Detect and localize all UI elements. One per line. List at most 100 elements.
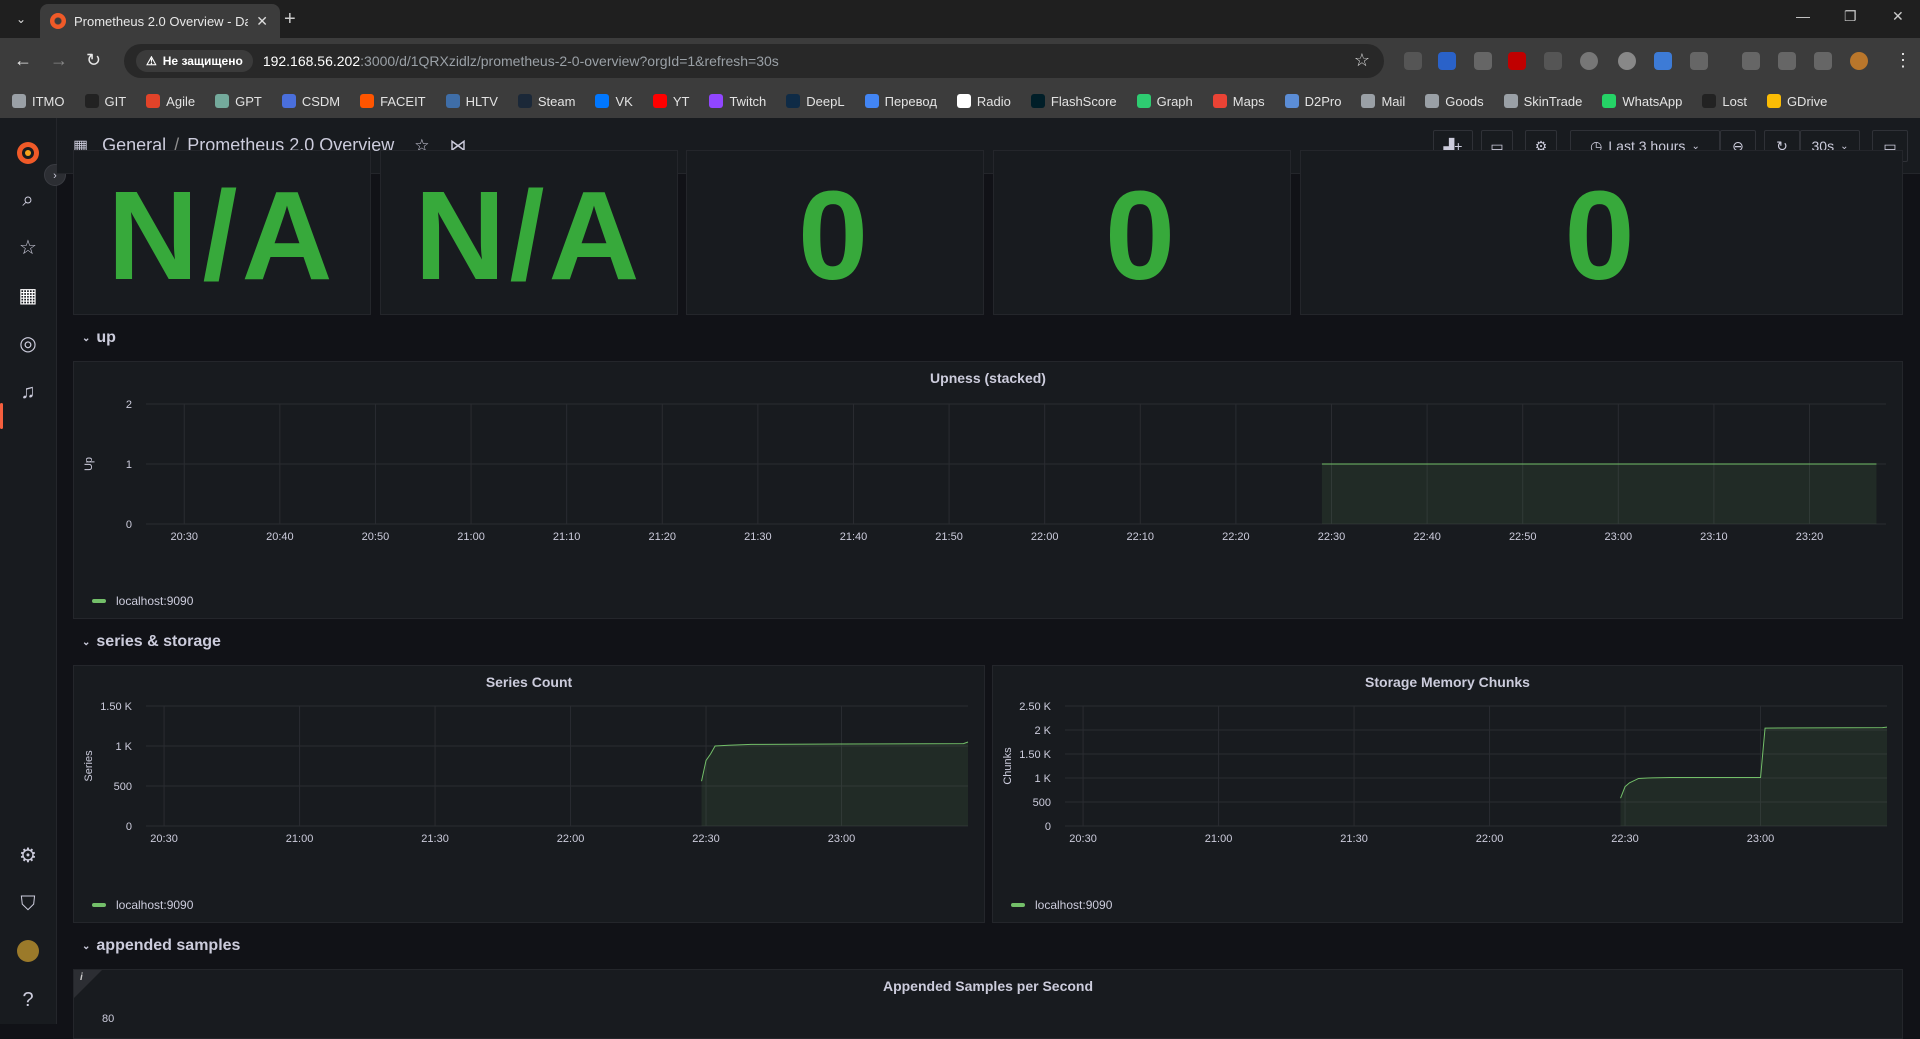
- bookmark-item[interactable]: Mail: [1361, 94, 1405, 109]
- search-icon[interactable]: ⌕: [16, 188, 40, 212]
- stat-panel[interactable]: N/A: [73, 150, 371, 315]
- row-header-up[interactable]: ⌄ up: [82, 329, 116, 347]
- bookmark-item[interactable]: Twitch: [709, 94, 766, 109]
- bookmark-item[interactable]: VK: [595, 93, 633, 109]
- series-area: [1620, 727, 1887, 826]
- bookmark-icon: [215, 94, 230, 108]
- x-tick-label: 21:10: [553, 531, 581, 543]
- bookmark-item[interactable]: D2Pro: [1284, 94, 1341, 109]
- legend-item[interactable]: localhost:9090: [92, 898, 193, 912]
- stat-panel[interactable]: 0: [993, 150, 1291, 315]
- bookmark-item[interactable]: Maps: [1212, 94, 1265, 109]
- legend-item[interactable]: localhost:9090: [1011, 898, 1112, 912]
- chevron-down-icon: ⌄: [82, 636, 91, 648]
- bookmark-item[interactable]: DeepL: [786, 94, 845, 109]
- bookmark-item[interactable]: ITMO: [12, 94, 65, 109]
- tab-search-button[interactable]: ⌄: [10, 8, 32, 30]
- browser-tabstrip: ⌄ Prometheus 2.0 Overview - Das ✕ + — ❐ …: [0, 0, 1920, 38]
- extension-icon[interactable]: [1580, 52, 1598, 70]
- active-indicator: [0, 403, 3, 429]
- bookmark-item[interactable]: Lost: [1702, 94, 1747, 109]
- panel-upness[interactable]: Upness (stacked) 0 1 2 20:30 20:40 20:50 21:00…: [73, 361, 1903, 619]
- stat-panel[interactable]: 0: [686, 150, 984, 315]
- bookmark-item[interactable]: WhatsApp: [1602, 94, 1682, 109]
- extension-new-icon[interactable]: [1438, 52, 1456, 70]
- explore-compass-icon[interactable]: ◎: [16, 332, 40, 356]
- grafana-logo-icon[interactable]: [15, 140, 41, 166]
- address-bar[interactable]: ⚠ Не защищено 192.168.56.202 :3000/d/1QR…: [124, 44, 1384, 78]
- extensions-puzzle-icon[interactable]: [1690, 52, 1708, 70]
- bookmark-item[interactable]: GDrive: [1766, 94, 1827, 109]
- y-tick-label: 1: [126, 459, 132, 471]
- bookmark-icon: [956, 94, 971, 108]
- y-tick-label: 500: [1033, 797, 1051, 809]
- stat-panel[interactable]: 0: [1300, 150, 1903, 315]
- y-tick-label: 1 K: [1034, 773, 1051, 785]
- profile-avatar[interactable]: [1850, 52, 1868, 70]
- row-header-series-storage[interactable]: ⌄ series & storage: [82, 633, 221, 651]
- legend-label: localhost:9090: [116, 898, 194, 912]
- legend-item[interactable]: localhost:9090: [92, 594, 193, 608]
- media-icon[interactable]: [1742, 52, 1760, 70]
- bookmark-item[interactable]: Goods: [1425, 94, 1484, 109]
- storage-chunks-chart: 0 500 1 K 1.50 K 2 K 2.50 K 20:30 21:00 21:30 22:…: [1002, 701, 1888, 845]
- row-header-appended-samples[interactable]: ⌄ appended samples: [82, 937, 240, 955]
- globe-icon[interactable]: [1618, 52, 1636, 70]
- bookmark-item[interactable]: FlashScore: [1030, 94, 1117, 109]
- bookmark-star-icon[interactable]: ☆: [1354, 50, 1370, 71]
- panel-storage-memory-chunks[interactable]: Storage Memory Chunks 0 500 1 K 1.50 K2 K 2.…: [992, 665, 1903, 923]
- bookmark-item[interactable]: GPT: [215, 94, 262, 109]
- bookmark-item[interactable]: CSDM: [281, 94, 340, 109]
- stat-panel[interactable]: N/A: [380, 150, 678, 315]
- bookmark-label: ITMO: [32, 93, 65, 109]
- restore-icon[interactable]: ❐: [1844, 8, 1857, 25]
- bookmark-item[interactable]: GIT: [84, 94, 126, 109]
- x-tick-label: 22:30: [1611, 833, 1639, 845]
- stat-value: N/A: [414, 165, 644, 306]
- extension-icon[interactable]: [1404, 52, 1422, 70]
- close-window-icon[interactable]: ✕: [1892, 8, 1904, 25]
- close-tab-icon[interactable]: ✕: [256, 13, 268, 30]
- reload-icon[interactable]: ↻: [86, 50, 101, 71]
- dashboards-icon[interactable]: ▦: [16, 284, 40, 308]
- bookmark-label: VK: [615, 93, 633, 109]
- starred-icon[interactable]: ☆: [16, 236, 40, 260]
- panel-series-count[interactable]: Series Count 0 500 1 K 1.50 K 20:30 21:00 21:3…: [73, 665, 985, 923]
- bookmark-item[interactable]: SkinTrade: [1503, 94, 1582, 109]
- side-panel-icon[interactable]: [1814, 52, 1832, 70]
- bookmark-icon: [1503, 94, 1518, 108]
- new-tab-button[interactable]: +: [284, 8, 296, 31]
- row-title: appended samples: [96, 937, 241, 954]
- browser-tab[interactable]: Prometheus 2.0 Overview - Das ✕: [40, 4, 280, 38]
- download-icon[interactable]: [1778, 52, 1796, 70]
- y-tick-label: 1.50 K: [100, 701, 132, 713]
- bookmark-icon: [595, 94, 610, 108]
- security-chip[interactable]: ⚠ Не защищено: [136, 50, 253, 72]
- alerting-bell-icon[interactable]: ♫: [16, 380, 40, 404]
- bookmark-icon: [84, 94, 99, 108]
- extension-icon[interactable]: [1474, 52, 1492, 70]
- back-icon[interactable]: ←: [14, 50, 32, 71]
- browser-menu-icon[interactable]: ⋮: [1894, 50, 1912, 71]
- bookmark-item[interactable]: Перевод: [864, 94, 937, 109]
- server-admin-shield-icon[interactable]: ⛉: [16, 892, 40, 916]
- bookmark-icon: [1136, 94, 1151, 108]
- y-tick-label: 2: [126, 399, 132, 411]
- extension-icon[interactable]: [1654, 52, 1672, 70]
- forward-icon[interactable]: →: [50, 50, 68, 71]
- bookmark-item[interactable]: HLTV: [445, 94, 498, 109]
- help-icon[interactable]: ?: [16, 988, 40, 1012]
- bookmark-item[interactable]: Graph: [1136, 94, 1193, 109]
- user-avatar[interactable]: [16, 940, 40, 964]
- x-tick-label: 21:00: [1205, 833, 1233, 845]
- bookmark-item[interactable]: YT: [652, 94, 689, 109]
- extension-icon[interactable]: [1544, 52, 1562, 70]
- bookmark-item[interactable]: Steam: [517, 94, 575, 109]
- configuration-gear-icon[interactable]: ⚙: [16, 844, 40, 868]
- minimize-icon[interactable]: —: [1796, 8, 1810, 24]
- bookmark-item[interactable]: FACEIT: [360, 94, 426, 109]
- bookmark-item[interactable]: Agile: [146, 94, 195, 109]
- panel-appended-samples[interactable]: i Appended Samples per Second 80: [73, 969, 1903, 1039]
- ublock-icon[interactable]: [1508, 52, 1526, 70]
- bookmark-item[interactable]: Radio: [956, 94, 1011, 109]
